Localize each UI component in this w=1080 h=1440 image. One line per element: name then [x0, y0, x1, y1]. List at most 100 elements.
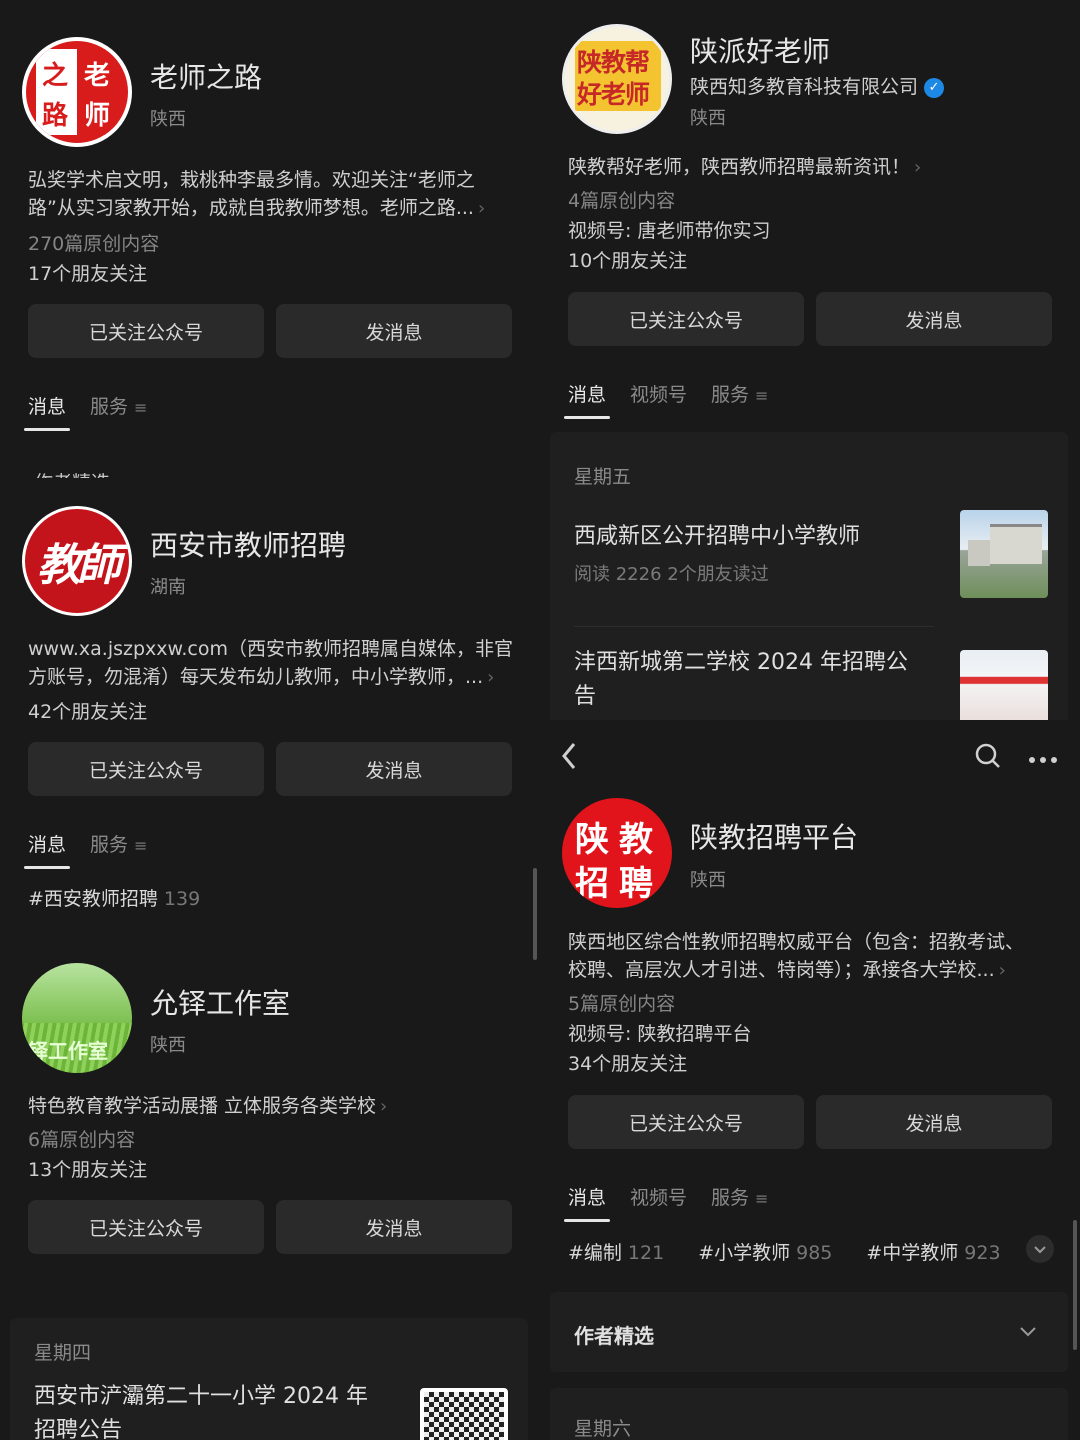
- article-meta: 阅读 2226 2个朋友读过: [574, 564, 769, 585]
- original-articles-count: 5篇原创内容: [568, 993, 676, 1015]
- avatar[interactable]: 教師: [22, 506, 132, 616]
- message-day: 星期四: [34, 1342, 92, 1364]
- send-message-button[interactable]: 发消息: [276, 304, 512, 358]
- profile-panel-shanpai: 陕教帮 好老师 陕派好老师 陕西知多教育科技有限公司 ✓ 陕西 陕教帮好老师，陕西…: [540, 0, 1080, 720]
- chevron-right-icon: ›: [477, 198, 486, 219]
- friends-following[interactable]: 42个朋友关注: [28, 697, 147, 724]
- send-message-button[interactable]: 发消息: [276, 742, 512, 796]
- tab-services[interactable]: 服务 ≡: [90, 830, 147, 867]
- hashtag[interactable]: #小学教师 985: [698, 1238, 832, 1265]
- chevron-down-icon: [1034, 1246, 1046, 1254]
- tab-bar: 消息 视频号 服务 ≡: [563, 1183, 768, 1222]
- chevron-right-icon: ›: [914, 157, 922, 178]
- chevron-right-icon: ›: [998, 960, 1006, 981]
- account-description[interactable]: 弘奖学术启文明，栽桃种李最多情。欢迎关注“老师之 路”从实习家教开始，成就自我教…: [28, 166, 518, 223]
- tab-video-channel[interactable]: 视频号: [630, 1183, 687, 1220]
- send-message-button[interactable]: 发消息: [816, 292, 1052, 346]
- hashtag-row: #西安教师招聘 139: [28, 884, 200, 911]
- account-description[interactable]: www.xa.jszpxxw.com（西安市教师招聘属自媒体，非官 方账号，勿混…: [28, 635, 528, 692]
- article-thumbnail: [960, 510, 1048, 598]
- avatar[interactable]: 之 老 路 师: [22, 37, 132, 147]
- tab-services[interactable]: 服务 ≡: [711, 380, 768, 417]
- account-description[interactable]: 陕教帮好老师，陕西教师招聘最新资讯！ ›: [568, 153, 1058, 182]
- divider: [574, 626, 934, 627]
- hashtag[interactable]: #中学教师 923: [866, 1238, 1000, 1265]
- original-articles-count: 4篇原创内容: [568, 190, 676, 212]
- account-region: 陕西: [690, 870, 726, 891]
- back-icon[interactable]: [560, 738, 580, 774]
- menu-icon: ≡: [755, 1189, 769, 1208]
- avatar-char: 路: [42, 101, 69, 131]
- article-thumbnail: [420, 1388, 508, 1440]
- tab-services[interactable]: 服务 ≡: [711, 1183, 768, 1220]
- article-title: 西咸新区公开招聘中小学教师: [574, 524, 861, 549]
- followed-button[interactable]: 已关注公众号: [28, 1200, 264, 1254]
- avatar-text-top: 陕教帮: [577, 48, 650, 77]
- followed-button[interactable]: 已关注公众号: [28, 304, 264, 358]
- friends-following[interactable]: 34个朋友关注: [568, 1049, 687, 1076]
- message-card: 星期六: [550, 1388, 1068, 1440]
- account-name: 允铎工作室: [150, 987, 291, 1020]
- account-region: 陕西: [690, 108, 726, 129]
- friends-following[interactable]: 10个朋友关注: [568, 246, 687, 273]
- partial-section-heading: 作者精选: [34, 468, 110, 478]
- article-thumbnail: [960, 650, 1048, 720]
- menu-icon: ≡: [134, 836, 148, 855]
- friends-following[interactable]: 13个朋友关注: [28, 1155, 147, 1182]
- scrollbar[interactable]: [533, 868, 537, 960]
- hashtag[interactable]: #编制 121: [568, 1238, 664, 1265]
- account-region: 陕西: [150, 1035, 186, 1056]
- video-channel-link[interactable]: 视频号: 唐老师带你实习: [568, 216, 770, 243]
- message-card: 星期五 西咸新区公开招聘中小学教师 阅读 2226 2个朋友读过 沣西新城第二学…: [550, 432, 1068, 720]
- chevron-right-icon: ›: [380, 1096, 388, 1117]
- avatar[interactable]: 陕教帮 好老师: [562, 24, 672, 134]
- tab-bar: 消息 视频号 服务 ≡: [563, 380, 768, 419]
- original-articles-count: 6篇原创内容: [28, 1129, 136, 1151]
- account-name: 陕教招聘平台: [690, 821, 859, 854]
- account-name: 西安市教师招聘: [150, 529, 347, 562]
- verified-icon: ✓: [924, 78, 945, 98]
- tab-messages[interactable]: 消息: [563, 1183, 611, 1222]
- tab-messages[interactable]: 消息: [563, 380, 611, 419]
- tab-messages[interactable]: 消息: [23, 392, 71, 431]
- profile-panel-laoshizhilu: 之 老 路 师 老师之路 陕西 弘奖学术启文明，栽桃种李最多情。欢迎关注“老师之…: [0, 0, 540, 478]
- account-description[interactable]: 陕西地区综合性教师招聘权威平台（包含：招教考试、 校聘、高层次人才引进、特岗等）…: [568, 928, 1068, 985]
- scrollbar[interactable]: [1073, 1220, 1077, 1350]
- send-message-button[interactable]: 发消息: [276, 1200, 512, 1254]
- tab-messages[interactable]: 消息: [23, 830, 71, 869]
- account-region: 湖南: [150, 577, 186, 598]
- article-title: 西安市浐灞第二十一小学 2024 年 招聘公告: [34, 1384, 368, 1440]
- author-picks-section[interactable]: 作者精选: [550, 1292, 1068, 1372]
- avatar-char: 老: [84, 61, 111, 91]
- chevron-down-icon: [1020, 1327, 1036, 1337]
- followed-button[interactable]: 已关注公众号: [568, 292, 804, 346]
- search-icon[interactable]: [974, 742, 1002, 770]
- send-message-button[interactable]: 发消息: [816, 1095, 1052, 1149]
- video-channel-link[interactable]: 视频号: 陕教招聘平台: [568, 1019, 751, 1046]
- expand-tags-button[interactable]: [1026, 1235, 1054, 1263]
- hashtag[interactable]: #西安教师招聘 139: [28, 884, 200, 911]
- message-day: 星期五: [574, 466, 632, 488]
- friends-following[interactable]: 17个朋友关注: [28, 259, 147, 286]
- tab-services[interactable]: 服务 ≡: [90, 392, 147, 429]
- message-card: 星期四 西安市浐灞第二十一小学 2024 年 招聘公告: [10, 1318, 528, 1440]
- account-region: 陕西: [150, 109, 186, 130]
- avatar[interactable]: 陕 教 招 聘: [562, 798, 672, 908]
- tab-bar: 消息 服务 ≡: [23, 830, 147, 869]
- tab-video-channel[interactable]: 视频号: [630, 380, 687, 417]
- tab-bar: 消息 服务 ≡: [23, 392, 147, 431]
- hashtag-row: #编制 121 #小学教师 985 #中学教师 923: [568, 1238, 1001, 1265]
- chevron-right-icon: ›: [487, 667, 495, 688]
- avatar[interactable]: 铎工作室: [22, 963, 132, 1073]
- avatar-char: 师: [84, 101, 111, 131]
- company-name: 陕西知多教育科技有限公司 ✓: [690, 72, 945, 99]
- more-icon[interactable]: [1028, 750, 1058, 763]
- account-description[interactable]: 特色教育教学活动展播 立体服务各类学校 ›: [28, 1092, 528, 1121]
- avatar-char: 之: [42, 61, 69, 91]
- menu-icon: ≡: [755, 386, 769, 405]
- message-day: 星期六: [574, 1418, 632, 1440]
- article-title: 沣西新城第二学校 2024 年招聘公 告: [574, 650, 908, 709]
- followed-button[interactable]: 已关注公众号: [28, 742, 264, 796]
- avatar-text-bottom: 好老师: [577, 80, 650, 109]
- followed-button[interactable]: 已关注公众号: [568, 1095, 804, 1149]
